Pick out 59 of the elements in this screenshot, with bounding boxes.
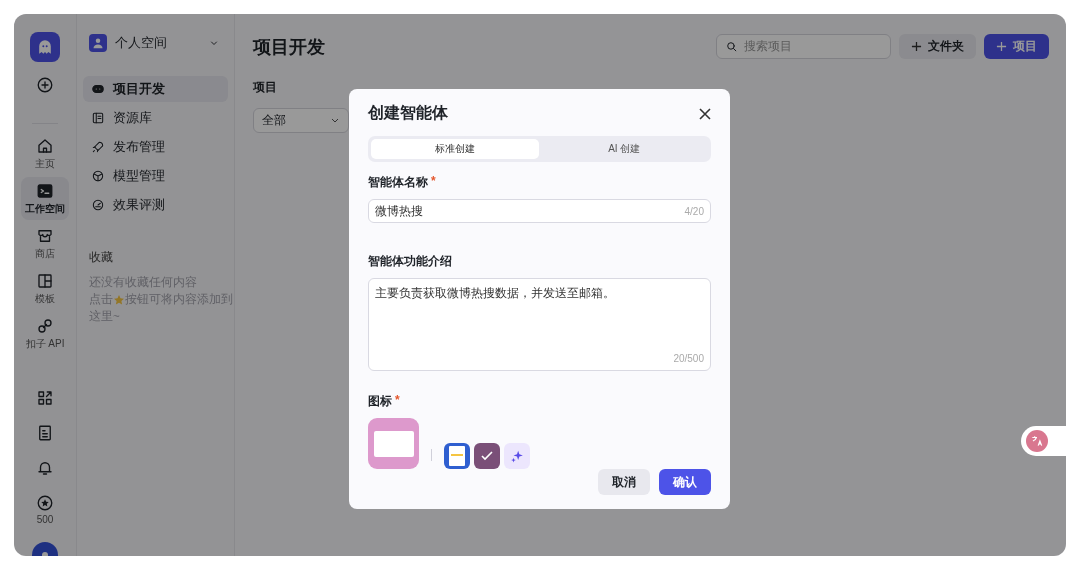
workspace-selector[interactable]: 个人空间 (115, 34, 200, 52)
page-title: 项目开发 (253, 35, 326, 59)
user-icon (89, 34, 107, 52)
gauge-icon (91, 198, 105, 212)
cube-icon (91, 169, 105, 183)
bot-icon (91, 82, 105, 96)
search-icon (725, 40, 738, 53)
points-count: 500 (36, 514, 54, 525)
library-icon (91, 111, 105, 125)
layout-icon (36, 272, 54, 290)
home-icon (36, 137, 54, 155)
rail-item[interactable]: 工作空间 (21, 177, 69, 220)
sparkle-icon[interactable] (504, 443, 530, 469)
field-label: 智能体功能介绍 (368, 253, 452, 271)
star-icon (113, 293, 125, 306)
field-label: 图标 (368, 393, 392, 410)
document-icon (36, 424, 54, 442)
check-icon (480, 449, 494, 463)
store-icon (36, 227, 54, 245)
dialog-title: 创建智能体 (368, 103, 448, 123)
mode-tab[interactable]: 标准创建 (371, 139, 539, 159)
translate-icon[interactable] (1026, 430, 1048, 452)
confirm-button[interactable]: 确认 (659, 469, 711, 495)
favorites-title: 收藏 (89, 249, 114, 266)
rail-item[interactable]: 商店 (21, 222, 69, 265)
add-button[interactable]: 项目 (984, 34, 1049, 59)
rail-item[interactable]: 模板 (21, 267, 69, 310)
close-icon[interactable] (699, 107, 711, 120)
selected-avatar-image (368, 418, 419, 469)
rail-item[interactable]: 扣子 API (21, 312, 69, 355)
plus-icon (996, 41, 1007, 52)
required-mark: * (431, 174, 436, 190)
cancel-button[interactable]: 取消 (598, 469, 650, 495)
required-mark: * (395, 393, 400, 409)
rail-item[interactable]: 主页 (21, 132, 69, 175)
name-field[interactable]: 微博热搜 4/20 (368, 199, 711, 224)
app-logo[interactable] (30, 32, 60, 62)
add-icon (36, 76, 54, 94)
add-button[interactable]: 文件夹 (899, 34, 976, 59)
filter-label: 项目 (253, 79, 278, 96)
link-icon (36, 317, 54, 335)
filter-dropdown[interactable]: 全部 (253, 108, 349, 133)
nav-item[interactable]: 发布管理 (83, 134, 228, 160)
mode-tab[interactable]: AI 创建 (540, 139, 708, 159)
nav-item[interactable]: 效果评测 (83, 192, 228, 218)
terminal-icon (36, 182, 54, 200)
rocket-icon (91, 140, 105, 154)
icon-option[interactable] (444, 443, 470, 469)
icon-option[interactable] (474, 443, 500, 469)
bell-icon (36, 459, 54, 477)
nav-item[interactable]: 模型管理 (83, 163, 228, 189)
nav-item[interactable]: 项目开发 (83, 76, 228, 102)
description-field[interactable]: 主要负责获取微博热搜数据，并发送至邮箱。 20/500 (368, 278, 711, 371)
star-badge-icon (36, 494, 54, 512)
field-label: 智能体名称 (368, 174, 428, 191)
nav-item[interactable]: 资源库 (83, 105, 228, 131)
document-icon (449, 446, 465, 466)
apps-icon (36, 389, 54, 407)
plus-icon (911, 41, 922, 52)
